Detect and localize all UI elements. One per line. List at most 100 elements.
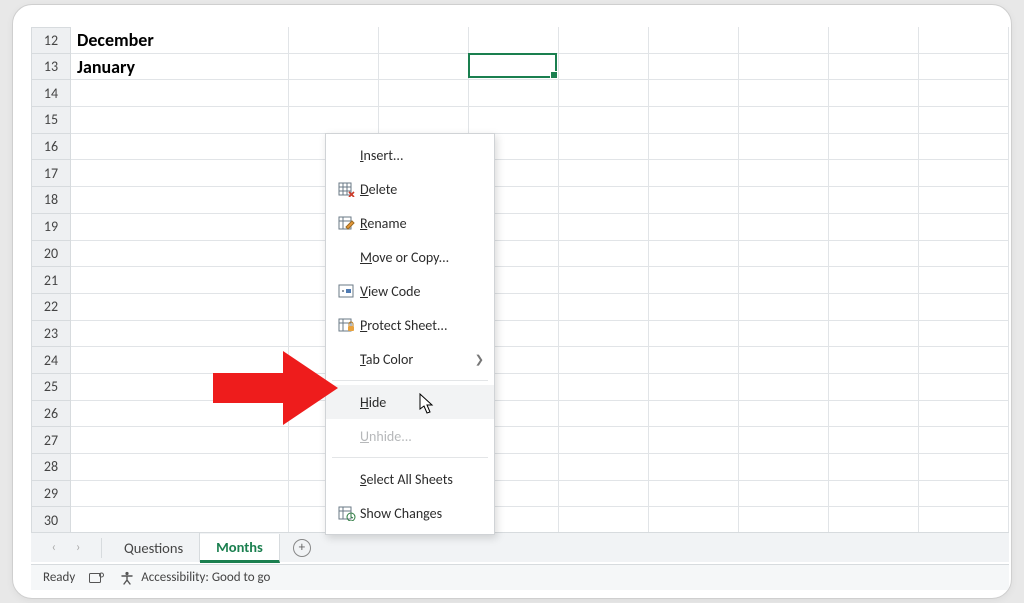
cell[interactable] — [739, 160, 829, 187]
cell[interactable] — [829, 241, 919, 268]
cell[interactable] — [829, 481, 919, 508]
cell[interactable] — [559, 294, 649, 321]
row-headers[interactable]: 12131415161718192021222324252627282930 — [31, 27, 71, 535]
cell[interactable] — [559, 454, 649, 481]
cell[interactable] — [71, 187, 289, 214]
cell[interactable] — [71, 427, 289, 454]
cell[interactable] — [739, 454, 829, 481]
cell[interactable] — [919, 107, 1009, 134]
cell[interactable] — [649, 321, 739, 348]
cell[interactable] — [739, 267, 829, 294]
cell[interactable] — [649, 54, 739, 81]
cell[interactable] — [71, 374, 289, 401]
cell[interactable] — [559, 267, 649, 294]
cell[interactable] — [559, 481, 649, 508]
cell[interactable] — [919, 401, 1009, 428]
cell[interactable] — [469, 107, 559, 134]
cell[interactable] — [71, 454, 289, 481]
macro-record-button[interactable] — [89, 570, 105, 586]
cell[interactable]: January — [71, 54, 289, 81]
cell[interactable] — [559, 427, 649, 454]
cell[interactable] — [71, 321, 289, 348]
add-sheet-button[interactable]: + — [288, 534, 316, 562]
row-header[interactable]: 16 — [31, 134, 71, 161]
row-header[interactable]: 27 — [31, 427, 71, 454]
cell[interactable] — [919, 321, 1009, 348]
spreadsheet-grid[interactable]: 12131415161718192021222324252627282930 D… — [31, 27, 1009, 535]
menu-item[interactable]: Hide — [326, 385, 494, 419]
cell[interactable] — [649, 160, 739, 187]
cell[interactable] — [919, 80, 1009, 107]
cell[interactable] — [649, 241, 739, 268]
cell[interactable] — [379, 80, 469, 107]
cell[interactable] — [919, 134, 1009, 161]
cell[interactable] — [919, 214, 1009, 241]
cell[interactable] — [649, 267, 739, 294]
cell[interactable] — [559, 27, 649, 54]
cell[interactable] — [829, 507, 919, 534]
cell[interactable] — [829, 454, 919, 481]
cell[interactable] — [739, 347, 829, 374]
menu-item[interactable]: Move or Copy... — [326, 240, 494, 274]
row-header[interactable]: 13 — [31, 54, 71, 81]
row-header[interactable]: 21 — [31, 267, 71, 294]
cell[interactable] — [649, 27, 739, 54]
cell[interactable] — [739, 507, 829, 534]
nav-prev-icon[interactable]: ‹ — [52, 540, 56, 555]
cell[interactable] — [739, 294, 829, 321]
cell[interactable] — [739, 401, 829, 428]
cell[interactable] — [559, 107, 649, 134]
cell[interactable] — [829, 27, 919, 54]
row-header[interactable]: 23 — [31, 321, 71, 348]
cell[interactable] — [559, 241, 649, 268]
cell[interactable] — [649, 294, 739, 321]
cell[interactable] — [919, 241, 1009, 268]
cell[interactable] — [649, 401, 739, 428]
cell[interactable] — [379, 107, 469, 134]
cell[interactable] — [559, 374, 649, 401]
row-header[interactable]: 19 — [31, 214, 71, 241]
cell[interactable] — [71, 134, 289, 161]
cell[interactable] — [919, 267, 1009, 294]
cell[interactable] — [71, 294, 289, 321]
cell[interactable] — [71, 160, 289, 187]
cell[interactable] — [829, 214, 919, 241]
cell[interactable] — [649, 427, 739, 454]
cell[interactable] — [919, 454, 1009, 481]
cell[interactable] — [739, 241, 829, 268]
cell[interactable] — [739, 187, 829, 214]
cell[interactable] — [71, 267, 289, 294]
cell[interactable] — [829, 80, 919, 107]
menu-item[interactable]: Delete — [326, 172, 494, 206]
cell[interactable] — [71, 241, 289, 268]
cell[interactable] — [559, 187, 649, 214]
cell[interactable] — [829, 294, 919, 321]
cell[interactable] — [829, 134, 919, 161]
cell[interactable] — [739, 481, 829, 508]
cell[interactable] — [739, 80, 829, 107]
cell[interactable] — [649, 507, 739, 534]
row-header[interactable]: 20 — [31, 241, 71, 268]
cell[interactable] — [829, 160, 919, 187]
cell[interactable] — [379, 27, 469, 54]
cell[interactable] — [71, 107, 289, 134]
cell[interactable] — [71, 214, 289, 241]
row-header[interactable]: 28 — [31, 454, 71, 481]
cell[interactable] — [829, 321, 919, 348]
cell[interactable] — [649, 107, 739, 134]
cell[interactable] — [71, 481, 289, 508]
cell[interactable] — [829, 401, 919, 428]
cell[interactable] — [919, 374, 1009, 401]
menu-item[interactable]: Tab Color❯ — [326, 342, 494, 376]
sheet-nav-arrows[interactable]: ‹ › — [31, 540, 101, 555]
menu-item[interactable]: Protect Sheet... — [326, 308, 494, 342]
cell[interactable] — [649, 80, 739, 107]
cell[interactable] — [559, 214, 649, 241]
cell[interactable] — [469, 80, 559, 107]
cell[interactable] — [289, 80, 379, 107]
cell[interactable] — [71, 401, 289, 428]
cell[interactable] — [739, 214, 829, 241]
cell[interactable] — [559, 80, 649, 107]
cell[interactable] — [559, 347, 649, 374]
accessibility-status[interactable]: Accessibility: Good to go — [119, 570, 270, 586]
